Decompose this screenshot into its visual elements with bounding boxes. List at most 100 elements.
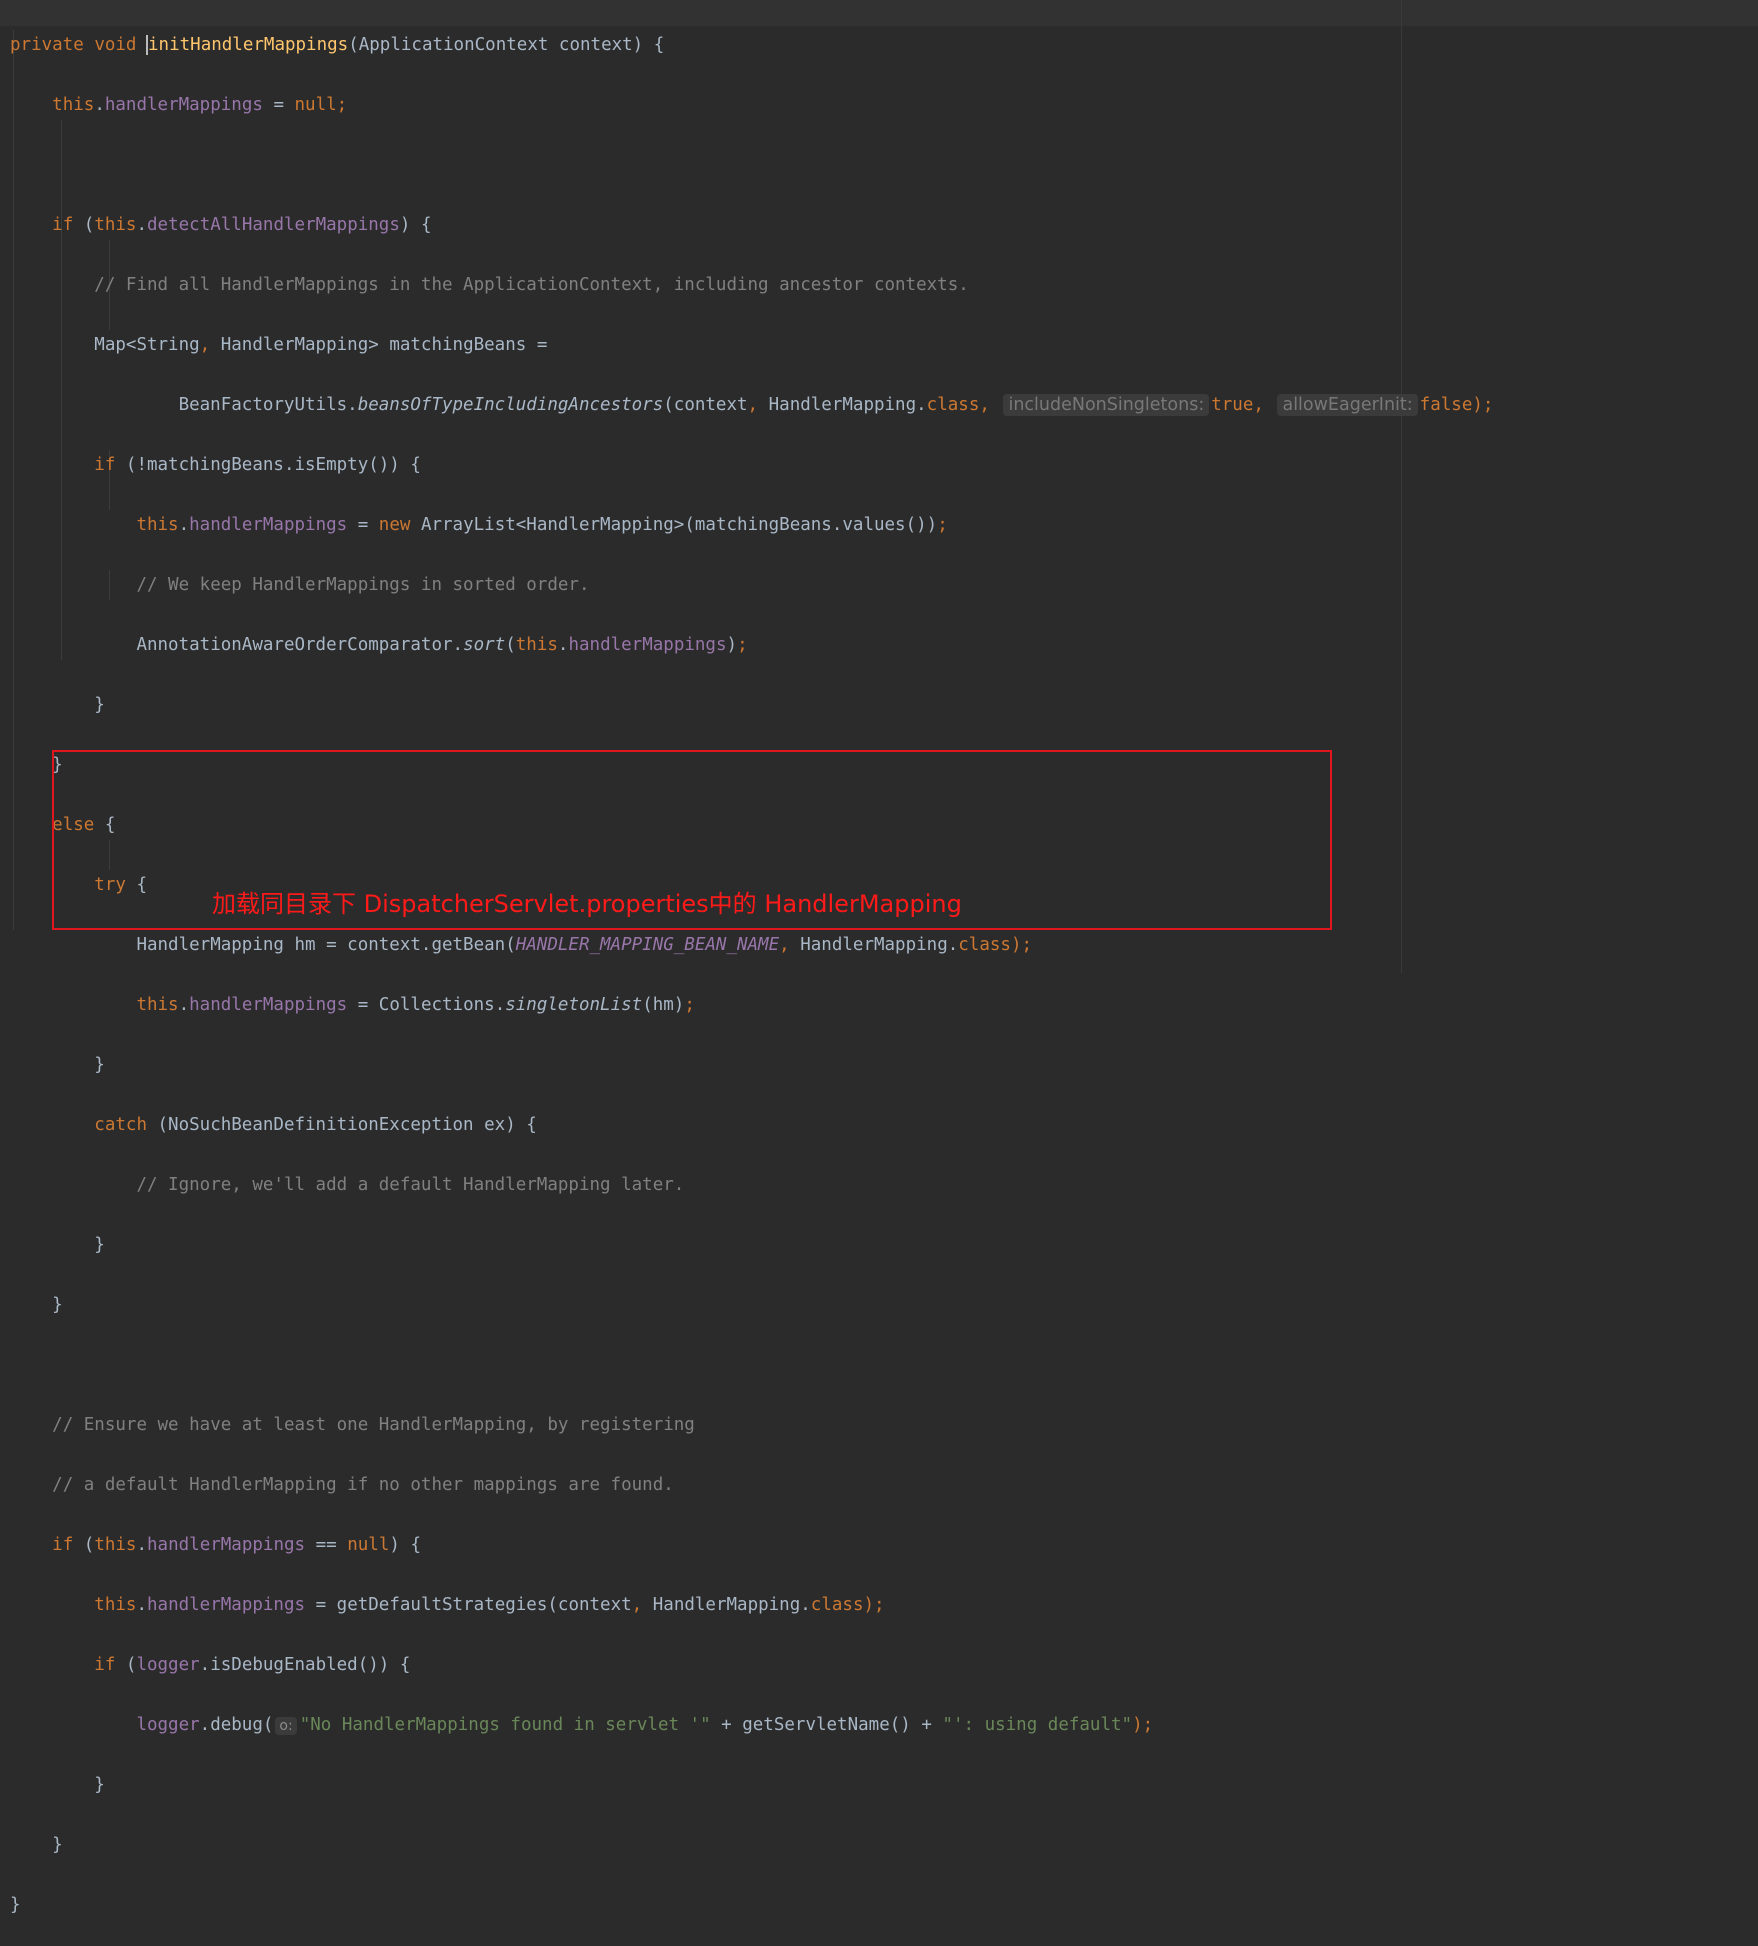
code-line-12: } (10, 690, 1493, 720)
code-text: (NoSuchBeanDefinitionException ex) { (146, 1115, 537, 1135)
code-line-29: logger.debug(o: "No HandlerMappings found… (10, 1710, 1493, 1740)
static-method: sort (463, 635, 506, 655)
code-text: ( (73, 1535, 95, 1555)
code-line-5: // Find all HandlerMappings in the Appli… (10, 270, 1493, 300)
code-text: ( (115, 1655, 137, 1675)
keyword: catch (94, 1115, 147, 1135)
keyword: if (52, 215, 74, 235)
keyword: class (926, 395, 980, 415)
annotation-text: 加载同目录下 DispatcherServlet.properties中的 Ha… (212, 890, 962, 918)
comma: , (199, 335, 211, 355)
code-text: = Collections. (347, 995, 506, 1015)
keyword: void (94, 35, 137, 55)
code-line-9: this.handlerMappings = new ArrayList<Han… (136, 515, 948, 535)
code-line-28: if (logger.isDebugEnabled()) { (10, 1650, 1493, 1680)
code-text: = (347, 515, 379, 535)
field: handlerMappings (147, 1535, 306, 1555)
code-editor[interactable]: private void initHandlerMappings(Applica… (10, 0, 1493, 1946)
code-text: HandlerMapping hm = context.getBean( (136, 935, 516, 955)
keyword: class (810, 1595, 864, 1615)
string-literal: "No HandlerMappings found in servlet '" (299, 1715, 711, 1735)
code-text: + getServletName() + (710, 1715, 943, 1735)
code-text: HandlerMapping. (758, 395, 927, 415)
parameter-hint: o: (275, 1717, 297, 1735)
brace: } (94, 1055, 105, 1075)
brace: } (52, 1295, 63, 1315)
code-text: .isDebugEnabled()) { (199, 1655, 411, 1675)
code-line-16: HandlerMapping hm = context.getBean(HAND… (10, 930, 1493, 960)
code-text: HandlerMapping. (642, 1595, 811, 1615)
code-line-21: } (10, 1230, 1493, 1260)
code-text: BeanFactoryUtils. (178, 395, 358, 415)
field: detectAllHandlerMappings (147, 215, 400, 235)
keyword: class (958, 935, 1011, 955)
code-line-11: AnnotationAwareOrderComparator.sort(this… (136, 635, 748, 655)
code-line-20: // Ignore, we'll add a default HandlerMa… (10, 1170, 1493, 1200)
keyword: this (136, 515, 179, 535)
keyword: this (52, 95, 95, 115)
comma: , (1253, 395, 1264, 415)
code-text: (hm) (642, 995, 685, 1015)
code-line-31: } (10, 1830, 1493, 1860)
code-text: ) (726, 635, 738, 655)
code-text: ); (1472, 395, 1494, 415)
code-line-25: // a default HandlerMapping if no other … (10, 1470, 1493, 1500)
brace: } (52, 1835, 63, 1855)
code-text: HandlerMapping. (789, 935, 959, 955)
field: logger (136, 1715, 200, 1735)
code-text: == (305, 1535, 348, 1555)
code-line-24: // Ensure we have at least one HandlerMa… (10, 1410, 1493, 1440)
code-text: ( (73, 215, 95, 235)
keyword: null (294, 95, 337, 115)
field: handlerMappings (147, 1595, 306, 1615)
comment: // Find all HandlerMappings in the Appli… (94, 275, 969, 295)
comma: , (979, 395, 990, 415)
keyword: new (378, 515, 411, 535)
keyword: null (347, 1535, 390, 1555)
keyword: this (136, 995, 179, 1015)
code-line-6: Map<String, HandlerMapping> matchingBean… (10, 330, 1493, 360)
code-line-2: this.handlerMappings = null; (52, 95, 348, 115)
comma: , (779, 935, 790, 955)
code-text: ArrayList<HandlerMapping>(matchingBeans.… (410, 515, 938, 535)
comment: // Ensure we have at least one HandlerMa… (52, 1415, 695, 1435)
code-text: AnnotationAwareOrderComparator. (136, 635, 464, 655)
semicolon: ; (737, 635, 748, 655)
code-text: = (262, 95, 295, 115)
method-name[interactable]: initHandlerMappings (146, 35, 349, 55)
code-line-26: if (this.handlerMappings == null) { (52, 1535, 421, 1555)
keyword: if (94, 455, 116, 475)
code-line-27: this.handlerMappings = getDefaultStrateg… (94, 1595, 885, 1615)
field: handlerMappings (104, 95, 263, 115)
field: handlerMappings (189, 515, 348, 535)
code-line-7: BeanFactoryUtils.beansOfTypeIncludingAnc… (10, 390, 1493, 420)
static-method: beansOfTypeIncludingAncestors (357, 395, 664, 415)
code-line-19: catch (NoSuchBeanDefinitionException ex)… (10, 1110, 1493, 1140)
parameter-hint: includeNonSingletons: (1003, 394, 1210, 416)
comment: // We keep HandlerMappings in sorted ord… (136, 575, 590, 595)
code-text: ) { (389, 1535, 421, 1555)
parameter-hint: allowEagerInit: (1277, 394, 1418, 416)
code-text: .debug( (199, 1715, 274, 1735)
static-method: singletonList (505, 995, 643, 1015)
brace: } (94, 1235, 105, 1255)
code-text: = getDefaultStrategies(context (305, 1595, 632, 1615)
comma: , (747, 395, 759, 415)
code-line-17: this.handlerMappings = Collections.singl… (136, 995, 695, 1015)
field: handlerMappings (568, 635, 727, 655)
semicolon: ; (684, 995, 695, 1015)
code-text: ); (863, 1595, 885, 1615)
code-text: ) { (399, 215, 432, 235)
code-line-4: if (this.detectAllHandlerMappings) { (52, 215, 432, 235)
code-line-18: } (10, 1050, 1493, 1080)
semicolon: ; (937, 515, 948, 535)
code-line-10: // We keep HandlerMappings in sorted ord… (10, 570, 1493, 600)
code-line-8: if (!matchingBeans.isEmpty()) { (10, 450, 1493, 480)
semicolon: ; (336, 95, 348, 115)
field: logger (136, 1655, 200, 1675)
code-text: ( (505, 635, 516, 655)
code-line-22: } (10, 1290, 1493, 1320)
keyword: private (10, 35, 84, 55)
code-line-32: } (10, 1890, 1493, 1920)
